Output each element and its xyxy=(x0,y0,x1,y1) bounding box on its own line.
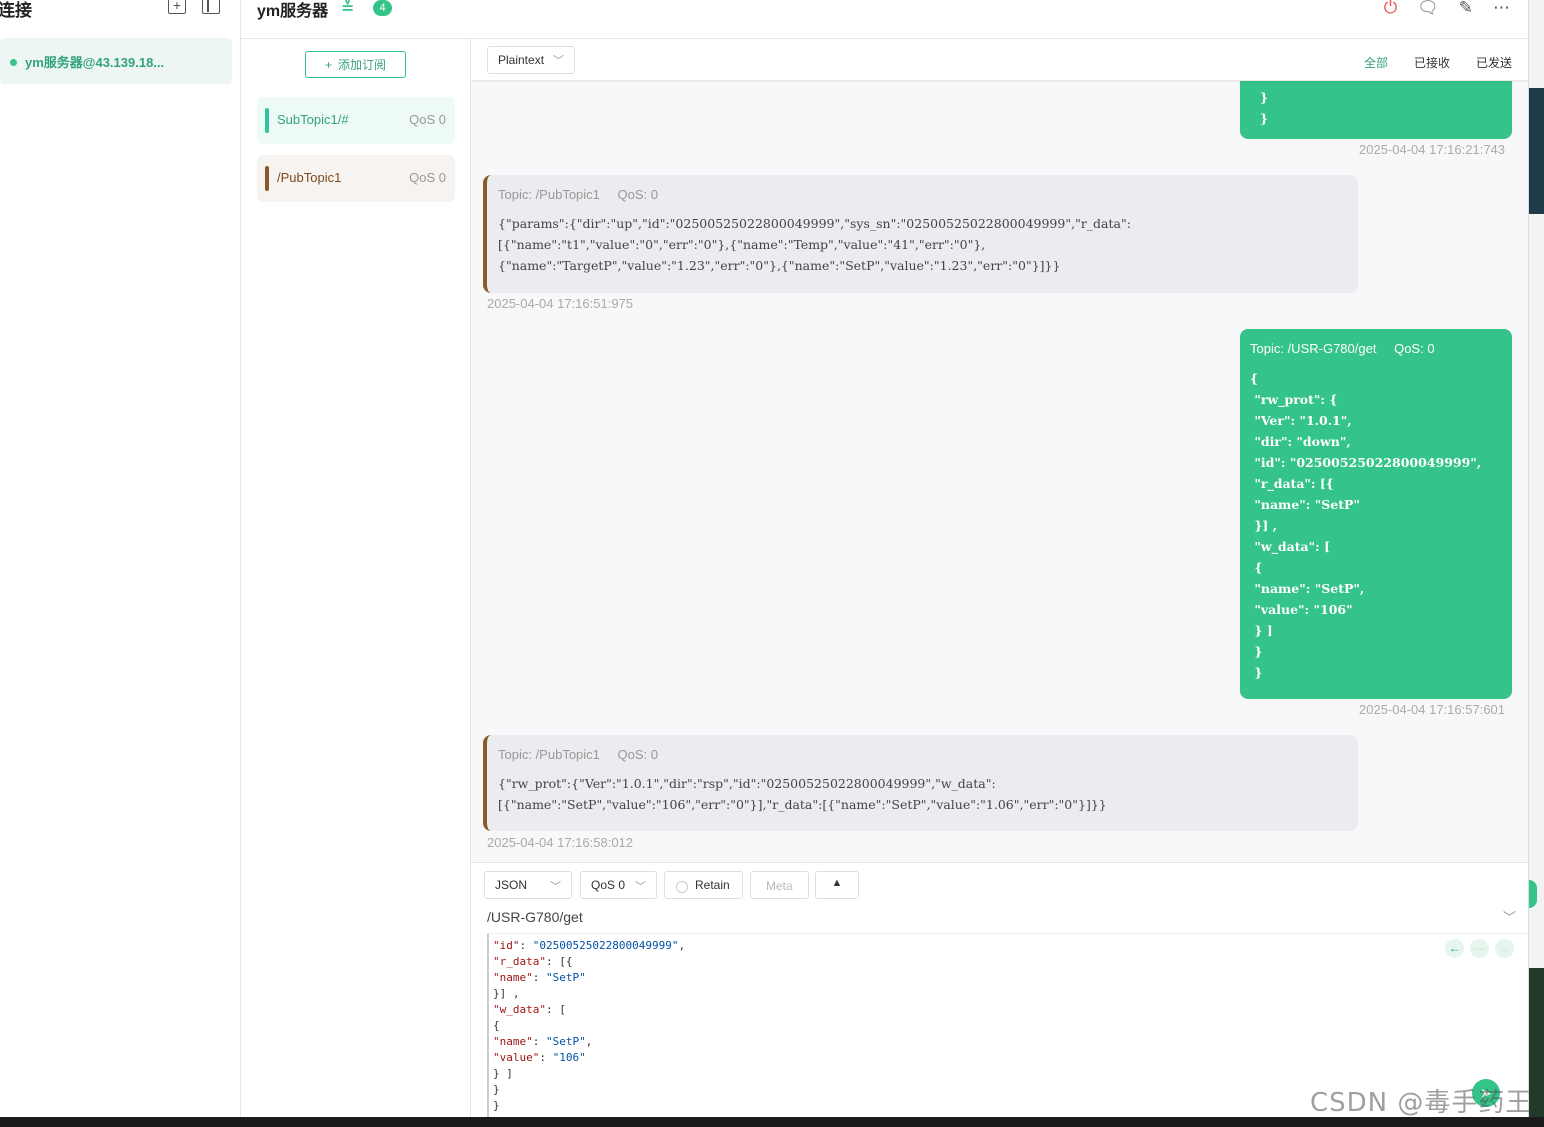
filter-received-tab[interactable]: 已接收 xyxy=(1414,54,1450,71)
watermark: CSDN @毒手药王 xyxy=(1310,1088,1533,1118)
arrow-left-icon[interactable]: ← xyxy=(1445,939,1464,958)
retain-label: Retain xyxy=(695,878,730,892)
arrow-right-icon[interactable]: → xyxy=(1495,939,1514,958)
message-meta: Topic: /PubTopic1 QoS: 0 xyxy=(498,747,1358,762)
subscription-qos: QoS 0 xyxy=(409,170,446,185)
edit-icon[interactable]: ✎ xyxy=(1459,0,1473,18)
received-message[interactable]: Topic: /PubTopic1 QoS: 0 {"params":{"dir… xyxy=(483,175,1358,293)
background-window-fragment xyxy=(1529,880,1537,908)
caret-up-icon: ▲ xyxy=(831,877,843,889)
meta-label: Meta xyxy=(766,879,793,893)
chevron-down-icon[interactable]: ﹀ xyxy=(1503,907,1516,926)
message-payload: {"params":{"dir":"up","id":"025005250228… xyxy=(498,216,1131,273)
mqttx-window: 连接 + ym服务器@43.139.18... ym服务器 ≚ 4 ⏻ 🗨 ✎ … xyxy=(0,0,1528,1118)
message-payload: { "rw_prot": { "Ver": "1.0.1", "dir": "d… xyxy=(1250,371,1482,680)
message-qos: QoS: 0 xyxy=(1394,341,1435,356)
add-subscription-label: 添加订阅 xyxy=(338,58,387,72)
connections-title: 连接 xyxy=(0,1,32,20)
retain-checkbox[interactable]: Retain xyxy=(664,871,743,899)
message-timestamp: 2025-04-04 17:16:57:601 xyxy=(1359,702,1506,717)
connection-name: ym服务器@43.139.18... xyxy=(25,55,165,70)
message-topic: Topic: /PubTopic1 xyxy=(498,747,600,762)
payload-format-value: Plaintext xyxy=(498,53,545,67)
subscription-item[interactable]: /PubTopic1 QoS 0 xyxy=(257,155,455,202)
payload-type-select[interactable]: JSON ﹀ xyxy=(484,871,572,899)
payload-format-select[interactable]: Plaintext ﹀ xyxy=(487,46,575,74)
message-payload: } } xyxy=(1260,90,1269,126)
qos-value: QoS 0 xyxy=(591,878,626,892)
chevron-down-icon: ﹀ xyxy=(635,881,646,893)
subscription-qos: QoS 0 xyxy=(409,112,446,127)
chevron-down-icon: ﹀ xyxy=(553,55,564,67)
message-topic: Topic: /USR-G780/get xyxy=(1250,341,1377,356)
message-payload: {"rw_prot":{"Ver":"1.0.1","dir":"rsp","i… xyxy=(498,776,1107,812)
meta-button[interactable]: Meta xyxy=(750,871,809,899)
plus-icon: + xyxy=(324,57,332,72)
message-timestamp: 2025-04-04 17:16:21:743 xyxy=(1359,142,1506,157)
background-desktop-strip xyxy=(1528,0,1544,1117)
payload-editor-text: "id": "02500525022800049999", "r_data": … xyxy=(493,939,686,1112)
qos-select[interactable]: QoS 0 ﹀ xyxy=(580,871,657,899)
more-icon[interactable]: ⋯ xyxy=(1493,0,1510,18)
connection-header: ym服务器 ≚ 4 ⏻ 🗨 ✎ ⋯ xyxy=(241,0,1528,38)
message-list[interactable]: Plaintext ﹀ 全部 已接收 已发送 } } 2025-04-04 17… xyxy=(471,38,1528,862)
message-meta: Topic: /USR-G780/get QoS: 0 xyxy=(1250,341,1512,356)
message-toolbar: Plaintext ﹀ 全部 已接收 已发送 xyxy=(471,39,1528,81)
message-count-badge: 4 xyxy=(373,0,392,16)
message-meta: Topic: /PubTopic1 QoS: 0 xyxy=(498,187,1358,202)
connections-pane: 连接 + ym服务器@43.139.18... xyxy=(0,0,241,1117)
publish-composer: JSON ﹀ QoS 0 ﹀ Retain Meta ▲ /USR-G780/g… xyxy=(471,862,1528,1118)
filter-sent-tab[interactable]: 已发送 xyxy=(1476,54,1512,71)
radio-icon xyxy=(676,881,688,893)
connection-item[interactable]: ym服务器@43.139.18... xyxy=(0,38,232,84)
minus-icon[interactable]: — xyxy=(1470,939,1489,958)
chat-icon[interactable]: 🗨 xyxy=(1417,0,1439,18)
add-subscription-button[interactable]: + 添加订阅 xyxy=(305,51,406,78)
filter-all-tab[interactable]: 全部 xyxy=(1364,54,1388,71)
collapse-chevron-icon[interactable]: ≚ xyxy=(341,0,354,18)
subscriptions-pane: + 添加订阅 SubTopic1/# QoS 0 /PubTopic1 QoS … xyxy=(241,38,471,1117)
connection-status-dot xyxy=(10,59,17,66)
background-window-fragment xyxy=(1529,88,1544,214)
connection-title: ym服务器 xyxy=(257,3,329,20)
message-timestamp: 2025-04-04 17:16:51:975 xyxy=(487,296,634,311)
publish-topic-input[interactable]: /USR-G780/get xyxy=(487,909,583,925)
subscription-color-bar xyxy=(265,108,269,133)
message-timestamp: 2025-04-04 17:16:58:012 xyxy=(487,835,634,850)
subscription-item[interactable]: SubTopic1/# QoS 0 xyxy=(257,97,455,144)
message-qos: QoS: 0 xyxy=(617,187,658,202)
message-qos: QoS: 0 xyxy=(617,747,658,762)
new-connection-icon[interactable]: + xyxy=(168,0,186,14)
message-topic: Topic: /PubTopic1 xyxy=(498,187,600,202)
toggle-sidebar-icon[interactable] xyxy=(202,0,220,14)
payload-type-value: JSON xyxy=(495,878,528,892)
subscription-topic: SubTopic1/# xyxy=(277,112,349,127)
sent-message[interactable]: Topic: /USR-G780/get QoS: 0 { "rw_prot":… xyxy=(1240,329,1512,699)
expand-toggle-button[interactable]: ▲ xyxy=(815,871,859,899)
power-icon[interactable]: ⏻ xyxy=(1384,0,1397,18)
chevron-down-icon: ﹀ xyxy=(550,881,561,893)
subscription-color-bar xyxy=(265,166,269,191)
editor-gutter xyxy=(487,934,489,1118)
subscription-topic: /PubTopic1 xyxy=(277,170,342,185)
received-message[interactable]: Topic: /PubTopic1 QoS: 0 {"rw_prot":{"Ve… xyxy=(483,735,1358,831)
